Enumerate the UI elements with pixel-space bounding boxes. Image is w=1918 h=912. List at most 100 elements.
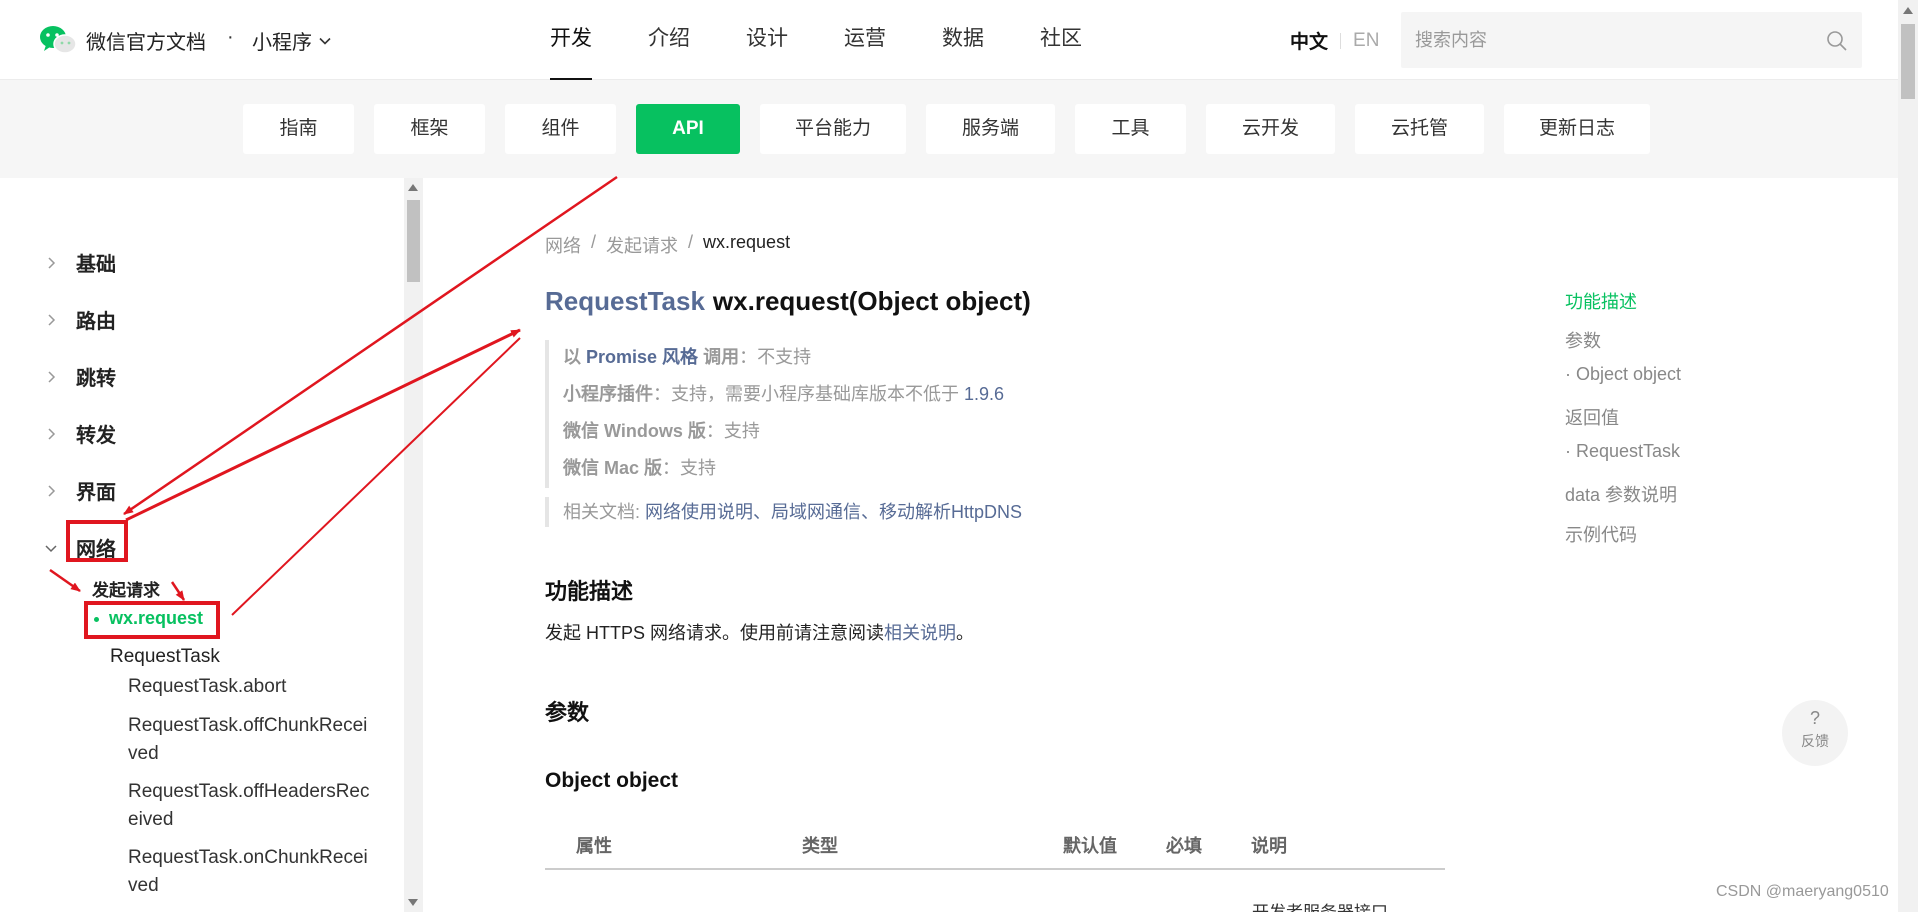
sidebar-scroll-thumb[interactable] xyxy=(407,200,420,282)
feedback-button[interactable]: ? 反馈 xyxy=(1782,700,1848,766)
sidebar-subgroup-request[interactable]: 发起请求 xyxy=(92,576,160,601)
function-description: 发起 HTTPS 网络请求。使用前请注意阅读相关说明。 xyxy=(545,619,974,645)
mac-label: 微信 Mac 版 xyxy=(563,458,663,478)
nav-data[interactable]: 数据 xyxy=(922,0,1004,80)
scroll-up-icon[interactable] xyxy=(1903,7,1913,14)
windows-value: ：支持 xyxy=(705,421,760,441)
breadcrumb-sep: / xyxy=(591,232,597,252)
lang-divider xyxy=(1340,32,1342,49)
category-tabs: 指南 框架 组件 API 平台能力 服务端 工具 云开发 云托管 更新日志 xyxy=(243,104,1650,154)
section-object-object: Object object xyxy=(545,769,679,792)
section-dropdown[interactable]: 小程序 xyxy=(252,26,332,55)
params-table: 属性 类型 默认值 必填 说明 xyxy=(545,820,1445,870)
breadcrumb-request[interactable]: 发起请求 xyxy=(606,232,678,258)
sidebar-item-label: 转发 xyxy=(76,425,116,447)
tab-tools[interactable]: 工具 xyxy=(1075,104,1186,154)
breadcrumb-sep: / xyxy=(688,232,694,252)
promise-style-link[interactable]: Promise 风格 xyxy=(586,347,698,367)
tab-component[interactable]: 组件 xyxy=(505,104,616,154)
breadcrumb-network[interactable]: 网络 xyxy=(545,232,581,258)
tab-api[interactable]: API xyxy=(636,104,740,154)
desc-text: 发起 HTTPS 网络请求。使用前请注意阅读 xyxy=(545,623,885,643)
sidebar-item-requesttask[interactable]: RequestTask xyxy=(110,646,220,668)
table-cell-description: 开发者服务器接口 xyxy=(1252,898,1388,912)
plugin-label: 小程序插件 xyxy=(563,384,653,404)
support-plugin: 小程序插件：支持，需要小程序基础库版本不低于 1.9.6 xyxy=(563,377,1445,414)
sidebar-item-label: 跳转 xyxy=(76,368,116,390)
plugin-version-link[interactable]: 1.9.6 xyxy=(964,384,1004,404)
lang-zh[interactable]: 中文 xyxy=(1290,27,1328,54)
method-signature: wx.request(Object object) xyxy=(712,286,1031,316)
sidebar-leaf-on-chunk[interactable]: RequestTask.onChunkReceived xyxy=(128,844,373,900)
page-scrollbar[interactable] xyxy=(1898,0,1918,912)
promise-prefix: 以 xyxy=(563,347,581,367)
tab-cloud-dev[interactable]: 云开发 xyxy=(1206,104,1335,154)
mac-value: ：支持 xyxy=(662,458,717,478)
chevron-right-icon xyxy=(48,256,56,269)
sidebar-item-label: 路由 xyxy=(76,311,116,333)
sidebar-item-basic[interactable]: 基础 xyxy=(44,248,116,277)
desc-related-link[interactable]: 相关说明 xyxy=(884,623,956,643)
breadcrumb-current: wx.request xyxy=(703,232,791,252)
tab-changelog[interactable]: 更新日志 xyxy=(1504,104,1650,154)
plugin-value: ：支持，需要小程序基础库版本不低于 xyxy=(653,384,959,404)
watermark: CSDN @maeryang0510 xyxy=(1716,883,1889,900)
tab-server[interactable]: 服务端 xyxy=(926,104,1055,154)
nav-intro[interactable]: 介绍 xyxy=(628,0,710,80)
tab-guide[interactable]: 指南 xyxy=(243,104,354,154)
page-scroll-thumb[interactable] xyxy=(1901,24,1915,99)
sidebar-item-share[interactable]: 转发 xyxy=(44,419,116,448)
top-navbar: 微信官方文档 · 小程序 开发 介绍 设计 运营 数据 社区 中文 EN xyxy=(0,0,1898,80)
th-required: 必填 xyxy=(1166,836,1202,856)
related-links[interactable]: 网络使用说明、局域网通信、移动解析HttpDNS xyxy=(645,502,1022,522)
th-description: 说明 xyxy=(1251,836,1287,856)
toc-requesttask[interactable]: · RequestTask xyxy=(1565,441,1680,462)
nav-operation[interactable]: 运营 xyxy=(824,0,906,80)
sidebar-item-label: 网络 xyxy=(76,539,116,561)
brand-title[interactable]: 微信官方文档 xyxy=(86,26,206,55)
chevron-down-icon xyxy=(45,544,57,552)
sidebar: 基础 路由 跳转 转发 界面 网络 发起请求 wx.request Reques… xyxy=(0,178,404,912)
page-title: RequestTask wx.request(Object object) xyxy=(545,286,1031,317)
sidebar-leaf-abort[interactable]: RequestTask.abort xyxy=(128,673,373,701)
brand-separator: · xyxy=(227,26,234,48)
nav-community[interactable]: 社区 xyxy=(1020,0,1102,80)
chevron-right-icon xyxy=(48,484,56,497)
tab-cloud-hosting[interactable]: 云托管 xyxy=(1355,104,1484,154)
toc-return-value[interactable]: 返回值 xyxy=(1565,404,1619,430)
related-label: 相关文档: xyxy=(563,502,646,522)
lang-en[interactable]: EN xyxy=(1353,30,1379,52)
sidebar-item-navigate[interactable]: 跳转 xyxy=(44,362,116,391)
support-mac: 微信 Mac 版：支持 xyxy=(563,451,1445,488)
sidebar-item-route[interactable]: 路由 xyxy=(44,305,116,334)
desc-end: 。 xyxy=(956,623,975,643)
sidebar-item-wx-request[interactable]: wx.request xyxy=(94,608,203,629)
toc-example-code[interactable]: 示例代码 xyxy=(1565,521,1637,547)
scroll-down-icon[interactable] xyxy=(408,899,418,906)
return-type-link[interactable]: RequestTask xyxy=(545,286,705,316)
sidebar-scrollbar[interactable] xyxy=(404,178,423,912)
wechat-logo-icon[interactable] xyxy=(38,24,78,56)
search-box xyxy=(1401,12,1862,68)
toc-data-params[interactable]: data 参数说明 xyxy=(1565,481,1677,507)
nav-dev[interactable]: 开发 xyxy=(530,0,612,80)
section-dropdown-label: 小程序 xyxy=(252,32,312,54)
support-windows: 微信 Windows 版：支持 xyxy=(563,414,1445,451)
search-icon[interactable] xyxy=(1826,30,1848,52)
th-type: 类型 xyxy=(802,836,838,856)
search-input[interactable] xyxy=(1415,12,1815,68)
tab-platform[interactable]: 平台能力 xyxy=(760,104,906,154)
scroll-up-icon[interactable] xyxy=(408,184,418,191)
sidebar-item-network[interactable]: 网络 xyxy=(44,533,116,562)
toc-params[interactable]: 参数 xyxy=(1565,327,1601,353)
sidebar-leaf-off-headers[interactable]: RequestTask.offHeadersReceived xyxy=(128,778,373,834)
sidebar-item-ui[interactable]: 界面 xyxy=(44,476,116,505)
sidebar-leaf-off-chunk[interactable]: RequestTask.offChunkReceived xyxy=(128,712,373,768)
tab-framework[interactable]: 框架 xyxy=(374,104,485,154)
nav-design[interactable]: 设计 xyxy=(726,0,808,80)
toc-function-desc[interactable]: 功能描述 xyxy=(1565,288,1637,314)
chevron-right-icon xyxy=(48,313,56,326)
chevron-down-icon xyxy=(319,37,331,45)
th-property: 属性 xyxy=(576,836,612,856)
toc-object-object[interactable]: · Object object xyxy=(1565,364,1681,385)
